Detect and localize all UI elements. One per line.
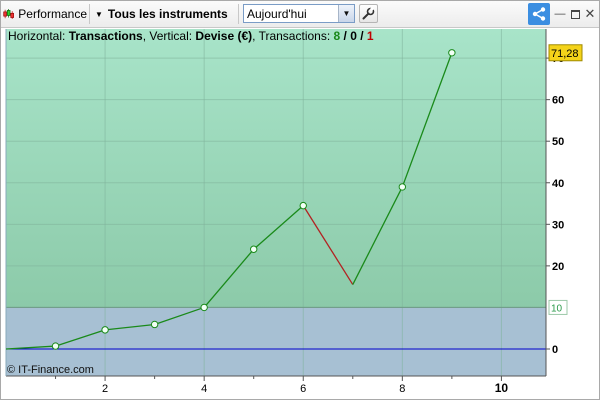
period-value: Aujourd'hui xyxy=(247,6,307,21)
dropdown-arrow-icon[interactable]: ▼ xyxy=(338,5,354,22)
settings-wrench-button[interactable] xyxy=(359,4,378,23)
minimize-button[interactable]: — xyxy=(554,1,566,27)
y-tick-label: 0 xyxy=(552,344,558,356)
trade-point xyxy=(398,183,407,191)
minimize-icon: — xyxy=(554,8,566,20)
close-button[interactable]: ✕ xyxy=(584,1,596,27)
info-vertical-value: Devise (€) xyxy=(195,29,253,43)
chart-area[interactable]: 02030405060701071,28246810 Horizontal: T… xyxy=(1,28,599,399)
trade-point xyxy=(150,320,159,329)
x-tick-label: 2 xyxy=(102,383,108,395)
y-tick-label: 60 xyxy=(552,95,564,107)
copyright-text: © IT-Finance.com xyxy=(7,364,94,376)
share-icon xyxy=(532,7,546,21)
trade-point xyxy=(101,326,109,334)
performance-chart[interactable]: 02030405060701071,28246810 xyxy=(1,28,599,399)
performance-menu-button[interactable]: Performance xyxy=(3,1,87,27)
toolbar-divider xyxy=(238,4,239,24)
instruments-dropdown[interactable]: ▼ Tous les instruments xyxy=(95,1,235,27)
y-tick-label: 30 xyxy=(552,219,564,231)
info-horizontal-value: Transactions xyxy=(68,29,143,43)
x-tick-label: 10 xyxy=(495,381,509,395)
maximize-icon xyxy=(570,9,580,19)
info-vertical-prefix: , Vertical: xyxy=(142,29,196,43)
trade-point xyxy=(250,245,258,253)
instruments-label: Tous les instruments xyxy=(107,7,228,21)
last-value-label: 71,28 xyxy=(551,48,579,60)
x-tick-label: 8 xyxy=(399,383,405,395)
info-neutral-count: 0 xyxy=(350,29,357,43)
trade-point xyxy=(448,49,456,57)
maximize-button[interactable] xyxy=(569,1,581,27)
x-tick-label: 4 xyxy=(201,383,207,395)
threshold-label: 10 xyxy=(551,303,563,314)
y-tick-label: 20 xyxy=(552,261,564,273)
x-tick-label: 6 xyxy=(300,383,306,395)
trade-point xyxy=(299,201,307,210)
toolbar-divider xyxy=(89,4,90,24)
candlestick-icon xyxy=(3,9,14,19)
chart-info-line: Horizontal: Transactions, Vertical: Devi… xyxy=(8,29,374,43)
info-horizontal-prefix: Horizontal: xyxy=(8,29,69,43)
trade-point xyxy=(51,342,60,350)
y-tick-label: 40 xyxy=(552,178,564,190)
performance-window: Performance ▼ Tous les instruments Aujou… xyxy=(0,0,600,400)
info-slash: / xyxy=(340,29,351,43)
trade-point xyxy=(200,303,208,312)
toolbar: Performance ▼ Tous les instruments Aujou… xyxy=(1,1,599,28)
info-transactions-prefix: , Transactions: xyxy=(252,29,334,43)
caret-down-icon: ▼ xyxy=(95,9,103,19)
close-icon: ✕ xyxy=(584,6,596,21)
period-select[interactable]: Aujourd'hui ▼ xyxy=(243,4,355,23)
info-losing-count: 1 xyxy=(366,29,374,43)
performance-label: Performance xyxy=(18,7,87,21)
info-slash: / xyxy=(356,29,367,43)
wrench-icon xyxy=(362,7,375,20)
y-tick-label: 50 xyxy=(552,136,564,148)
share-button[interactable] xyxy=(528,3,550,25)
